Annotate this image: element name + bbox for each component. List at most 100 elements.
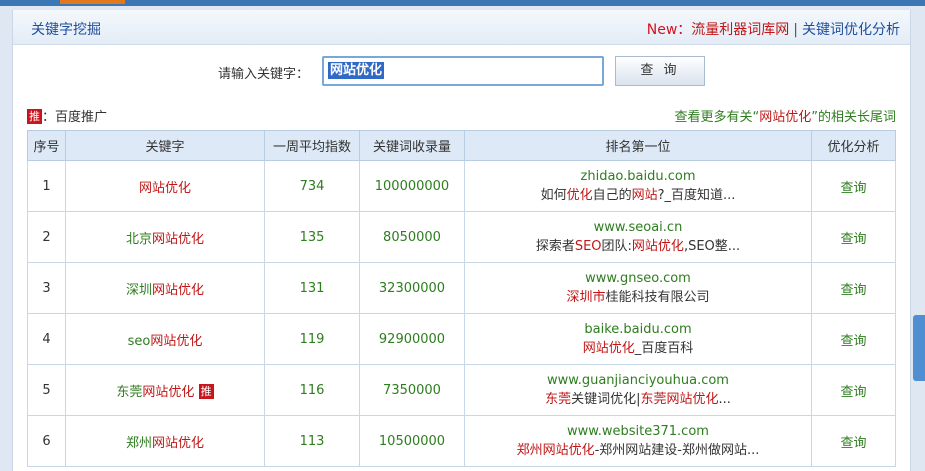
table-header-row: 序号 关键字 一周平均指数 关键词收录量 排名第一位 优化分析 — [27, 130, 896, 161]
keyword-cell[interactable]: 郑州网站优化 — [65, 415, 265, 467]
weekly-index: 113 — [264, 415, 360, 467]
indexed-count: 32300000 — [359, 262, 465, 314]
keyword-prefix: 北京 — [125, 231, 152, 247]
top-rank-domain[interactable]: www.website371.com — [465, 422, 811, 441]
baidu-promo: 推：百度推广 — [27, 106, 107, 125]
top-rank-cell[interactable]: www.gnseo.com 深圳市桂能科技有限公司 — [464, 262, 812, 314]
row-index: 3 — [27, 262, 66, 314]
top-rank-domain[interactable]: www.gnseo.com — [465, 269, 811, 288]
top-rank-snippet: 东莞关键词优化|东莞网站优化... — [465, 390, 811, 409]
row-index: 1 — [27, 160, 66, 212]
top-rank-domain[interactable]: www.seoai.cn — [465, 218, 811, 237]
snippet-part: 东莞 — [545, 392, 572, 407]
snippet-part: 东莞网站优化 — [640, 392, 719, 407]
col-weekly-index: 一周平均指数 — [264, 130, 360, 161]
indexed-count: 92900000 — [359, 313, 465, 365]
more-prefix: 查看更多有关“ — [674, 110, 760, 125]
table-body: 1 网站优化 734 100000000 zhidao.baidu.com 如何优化自己的… — [27, 160, 896, 467]
more-suffix: ”的相关长尾词 — [811, 110, 896, 125]
top-rank-snippet: 探索者SEO团队:网站优化,SEO整... — [465, 237, 811, 256]
snippet-part: ... — [718, 392, 731, 407]
weekly-index: 734 — [264, 160, 360, 212]
row-index: 5 — [27, 364, 66, 416]
top-rank-cell[interactable]: baike.baidu.com 网站优化_百度百科 — [464, 313, 812, 365]
keyword-match: 网站优化 — [152, 282, 205, 298]
keyword-match: 网站优化 — [152, 435, 205, 451]
traffic-tool-link[interactable]: 流量利器词库网 — [691, 22, 789, 38]
top-rank-cell[interactable]: www.seoai.cn 探索者SEO团队:网站优化,SEO整... — [464, 211, 812, 263]
promo-text: ：百度推广 — [42, 110, 108, 125]
top-rank-cell[interactable]: zhidao.baidu.com 如何优化自己的网站?_百度知道... — [464, 160, 812, 212]
top-rank-domain[interactable]: www.guanjianciyouhua.com — [465, 371, 811, 390]
active-tab-indicator — [60, 0, 125, 4]
keyword-input[interactable]: 网站优化 — [322, 56, 604, 86]
keyword-match: 网站优化 — [142, 384, 195, 400]
query-link[interactable]: 查询 — [811, 262, 896, 314]
panel-title: 关键字挖掘 — [31, 22, 101, 38]
query-link[interactable]: 查询 — [811, 364, 896, 416]
header-links: New：流量利器词库网 | 关键词优化分析 — [647, 19, 900, 39]
col-top-rank: 排名第一位 — [464, 130, 812, 161]
snippet-part: 郑州网站优化 — [516, 443, 595, 458]
weekly-index: 131 — [264, 262, 360, 314]
panel-header: 关键字挖掘 New：流量利器词库网 | 关键词优化分析 — [13, 10, 910, 45]
snippet-part: ,SEO整... — [683, 239, 741, 254]
row-index: 6 — [27, 415, 66, 467]
col-analysis: 优化分析 — [811, 130, 896, 161]
top-bar — [0, 0, 925, 6]
keyword-prefix: 东莞 — [116, 384, 143, 400]
snippet-part: 深圳市 — [566, 290, 606, 305]
query-link[interactable]: 查询 — [811, 313, 896, 365]
snippet-part: 团队: — [601, 239, 632, 254]
top-rank-snippet: 如何优化自己的网站?_百度知道... — [465, 186, 811, 205]
keyword-cell[interactable]: seo网站优化 — [65, 313, 265, 365]
indexed-count: 8050000 — [359, 211, 465, 263]
keyword-match: 网站优化 — [152, 231, 205, 247]
table-row: 4 seo网站优化 119 92900000 baike.baidu.com 网站优化_百… — [27, 313, 896, 365]
keyword-match: 网站优化 — [138, 180, 191, 196]
snippet-part: 网站优化 — [582, 341, 635, 356]
col-keyword: 关键字 — [65, 130, 265, 161]
search-button[interactable]: 查 询 — [615, 56, 705, 86]
keyword-cell[interactable]: 网站优化 — [65, 160, 265, 212]
top-rank-cell[interactable]: www.guanjianciyouhua.com 东莞关键词优化|东莞网站优化..… — [464, 364, 812, 416]
snippet-part: 桂能科技有限公司 — [605, 290, 710, 305]
table-row: 5 东莞网站优化 推 116 7350000 www.guanjianciyouhua.… — [27, 364, 896, 416]
query-link[interactable]: 查询 — [811, 160, 896, 212]
indexed-count: 10500000 — [359, 415, 465, 467]
promo-badge: 推 — [27, 109, 42, 124]
table-row: 2 北京网站优化 135 8050000 www.seoai.cn 探索者SEO团队:网站… — [27, 211, 896, 263]
top-rank-domain[interactable]: baike.baidu.com — [465, 320, 811, 339]
weekly-index: 119 — [264, 313, 360, 365]
snippet-part: _百度百科 — [634, 341, 694, 356]
snippet-part: -郑州网站建设-郑州做网站... — [594, 443, 760, 458]
side-float-tab[interactable] — [913, 315, 925, 381]
table-row: 6 郑州网站优化 113 10500000 www.website371.com 郑州网站… — [27, 415, 896, 467]
weekly-index: 135 — [264, 211, 360, 263]
snippet-part: ?_百度知道... — [657, 188, 736, 203]
col-index: 序号 — [27, 130, 66, 161]
more-longtail-link[interactable]: 查看更多有关“网站优化”的相关长尾词 — [674, 106, 896, 125]
search-row: 请输入关键字： 网站优化 查 询 — [13, 54, 910, 88]
keyword-table: 序号 关键字 一周平均指数 关键词收录量 排名第一位 优化分析 1 网站优化 734… — [27, 130, 896, 467]
snippet-part: 如何 — [540, 188, 567, 203]
indexed-count: 7350000 — [359, 364, 465, 416]
keyword-cell[interactable]: 东莞网站优化 推 — [65, 364, 265, 416]
keyword-input-value: 网站优化 — [328, 62, 385, 79]
keyword-prefix: 郑州 — [125, 435, 152, 451]
query-link[interactable]: 查询 — [811, 415, 896, 467]
keyword-cell[interactable]: 深圳网站优化 — [65, 262, 265, 314]
query-link[interactable]: 查询 — [811, 211, 896, 263]
weekly-index: 116 — [264, 364, 360, 416]
keyword-prefix: 深圳 — [125, 282, 152, 298]
keyword-match: 网站优化 — [150, 333, 203, 349]
top-rank-domain[interactable]: zhidao.baidu.com — [465, 167, 811, 186]
snippet-part: 优化 — [566, 188, 593, 203]
top-rank-snippet: 郑州网站优化-郑州网站建设-郑州做网站... — [465, 441, 811, 460]
col-indexed-count: 关键词收录量 — [359, 130, 465, 161]
snippet-part: 探索者 — [535, 239, 575, 254]
keyword-optimization-link[interactable]: 关键词优化分析 — [802, 22, 900, 38]
row-index: 4 — [27, 313, 66, 365]
top-rank-cell[interactable]: www.website371.com 郑州网站优化-郑州网站建设-郑州做网站... — [464, 415, 812, 467]
keyword-cell[interactable]: 北京网站优化 — [65, 211, 265, 263]
